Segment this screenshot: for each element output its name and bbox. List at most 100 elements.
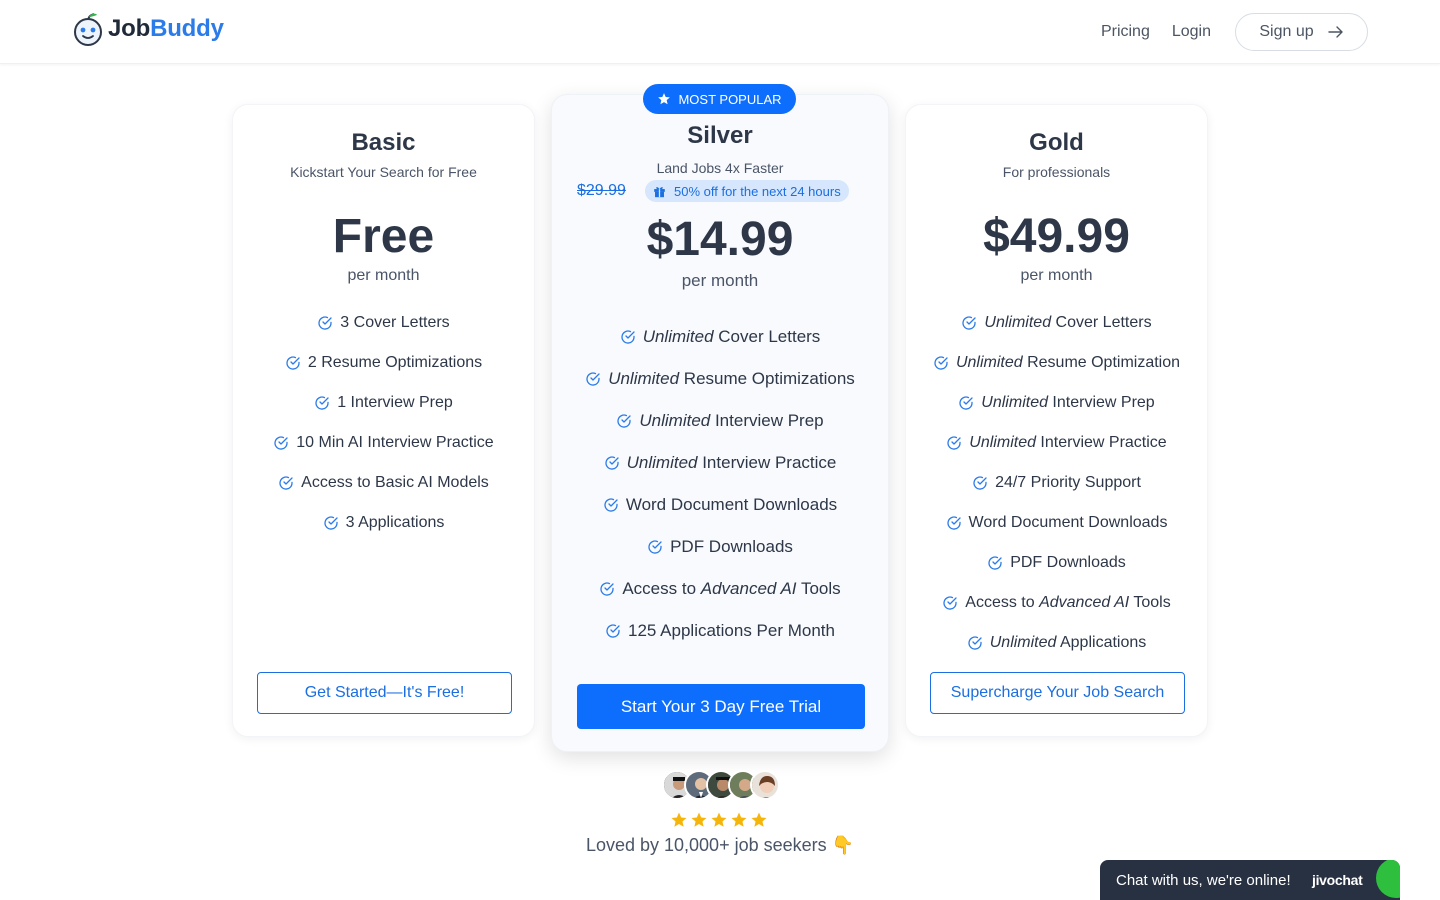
rating-stars (670, 811, 770, 829)
feature-label: 2 Resume Optimizations (308, 354, 482, 372)
check-circle-icon (947, 436, 961, 450)
nav-pricing-link[interactable]: Pricing (1101, 23, 1150, 41)
feature-prefix: Access to (965, 594, 1040, 611)
feature-item: Access to Advanced AI Tools (906, 583, 1207, 623)
feature-item: Word Document Downloads (906, 503, 1207, 543)
feature-item: 24/7 Priority Support (906, 463, 1207, 503)
start-trial-button[interactable]: Start Your 3 Day Free Trial (577, 684, 865, 729)
feature-label: Unlimited Interview Practice (627, 453, 837, 473)
feature-item: Access to Advanced AI Tools (552, 568, 888, 610)
feature-emphasis: Unlimited (981, 394, 1048, 411)
feature-text: Cover Letters (713, 327, 821, 346)
feature-emphasis: Advanced AI (700, 579, 797, 598)
brand-name: JobBuddy (108, 15, 224, 43)
feature-text: PDF Downloads (670, 537, 793, 556)
feature-item: Unlimited Interview Practice (552, 442, 888, 484)
chat-status-indicator (1376, 860, 1400, 898)
check-circle-icon (315, 396, 329, 410)
top-navbar: JobBuddy Pricing Login Sign up (0, 0, 1440, 64)
feature-label: 24/7 Priority Support (995, 474, 1141, 492)
feature-text: 24/7 Priority Support (995, 474, 1141, 491)
get-started-button[interactable]: Get Started—It's Free! (257, 672, 512, 714)
feature-item: PDF Downloads (906, 543, 1207, 583)
feature-item: 3 Cover Letters (233, 303, 534, 343)
check-circle-icon (621, 330, 635, 344)
check-circle-icon (968, 636, 982, 650)
feature-list: Unlimited Cover Letters Unlimited Resume … (552, 316, 888, 652)
plan-subtitle: Land Jobs 4x Faster (656, 160, 784, 176)
feature-item: Unlimited Resume Optimization (906, 343, 1207, 383)
feature-label: Word Document Downloads (626, 495, 837, 515)
feature-label: Unlimited Interview Practice (969, 434, 1166, 452)
feature-label: Access to Basic AI Models (301, 474, 489, 492)
feature-emphasis: Advanced AI (1039, 594, 1130, 611)
feature-text: PDF Downloads (1010, 554, 1126, 571)
most-popular-badge: MOST POPULAR (643, 84, 796, 114)
feature-label: Access to Advanced AI Tools (622, 579, 840, 599)
feature-emphasis: Unlimited (626, 453, 698, 472)
feature-text: Tools (796, 579, 841, 598)
chat-brand-logo: jivochat (1312, 872, 1363, 888)
feature-emphasis: Unlimited (989, 634, 1057, 651)
feature-text: 3 Applications (345, 514, 445, 531)
plan-price: Free (332, 210, 435, 263)
star-icon (691, 812, 707, 827)
feature-prefix: Access to (622, 579, 701, 598)
plan-period: per month (1020, 267, 1093, 284)
feature-label: 10 Min AI Interview Practice (296, 434, 493, 452)
plan-name: Basic (351, 129, 416, 156)
plan-card-silver: Silver Land Jobs 4x Faster $29.99 50% of… (551, 94, 889, 752)
brand-name-part1: Job (108, 15, 151, 42)
chat-text: Chat with us, we're online! (1116, 872, 1291, 889)
feature-label: Unlimited Resume Optimizations (608, 369, 855, 389)
feature-text: Interview Practice (697, 453, 837, 472)
feature-emphasis: Unlimited (984, 314, 1052, 331)
feature-label: Access to Advanced AI Tools (965, 594, 1170, 612)
feature-item: 2 Resume Optimizations (233, 343, 534, 383)
feature-item: Unlimited Interview Practice (906, 423, 1207, 463)
arrow-right-icon (1327, 26, 1343, 38)
plan-subtitle: Kickstart Your Search for Free (290, 164, 477, 180)
feature-list: 3 Cover Letters 2 Resume Optimizations 1 I… (233, 303, 534, 543)
check-circle-icon (318, 316, 332, 330)
check-circle-icon (606, 624, 620, 638)
nav-login-link[interactable]: Login (1172, 23, 1211, 41)
plan-period: per month (347, 267, 420, 284)
supercharge-button[interactable]: Supercharge Your Job Search (930, 672, 1185, 714)
plan-name: Gold (1029, 129, 1084, 156)
feature-label: 3 Cover Letters (340, 314, 449, 332)
feature-text: Interview Practice (1035, 434, 1167, 451)
check-circle-icon (600, 582, 614, 596)
old-price: $29.99 (577, 182, 626, 199)
star-icon (711, 812, 727, 827)
check-circle-icon (943, 596, 957, 610)
main-nav: Pricing Login Sign up (1101, 13, 1368, 51)
feature-text: Resume Optimization (1022, 354, 1181, 371)
check-circle-icon (279, 476, 293, 490)
feature-item: PDF Downloads (552, 526, 888, 568)
plan-subtitle: For professionals (1002, 164, 1111, 180)
feature-text: 3 Cover Letters (340, 314, 450, 331)
feature-item: Unlimited Applications (906, 623, 1207, 663)
chat-widget[interactable]: Chat with us, we're online! jivochat (1100, 860, 1400, 900)
check-circle-icon (648, 540, 662, 554)
feature-emphasis: Unlimited (642, 327, 714, 346)
feature-text: Applications (1056, 634, 1147, 651)
check-circle-icon (604, 498, 618, 512)
feature-item: 1 Interview Prep (233, 383, 534, 423)
plan-name: Silver (687, 122, 753, 149)
check-circle-icon (586, 372, 600, 386)
star-icon (731, 812, 747, 827)
star-icon (671, 812, 687, 827)
feature-label: Word Document Downloads (969, 514, 1168, 532)
feature-emphasis: Unlimited (608, 369, 680, 388)
feature-item: Word Document Downloads (552, 484, 888, 526)
check-circle-icon (946, 516, 961, 530)
feature-label: Unlimited Interview Prep (981, 394, 1154, 412)
check-circle-icon (286, 356, 300, 370)
signup-button[interactable]: Sign up (1235, 13, 1368, 51)
logo[interactable]: JobBuddy (72, 12, 224, 46)
plan-card-basic: Basic Kickstart Your Search for Free Fre… (232, 104, 535, 737)
feature-item: Unlimited Interview Prep (906, 383, 1207, 423)
feature-text: Interview Prep (1047, 394, 1155, 411)
